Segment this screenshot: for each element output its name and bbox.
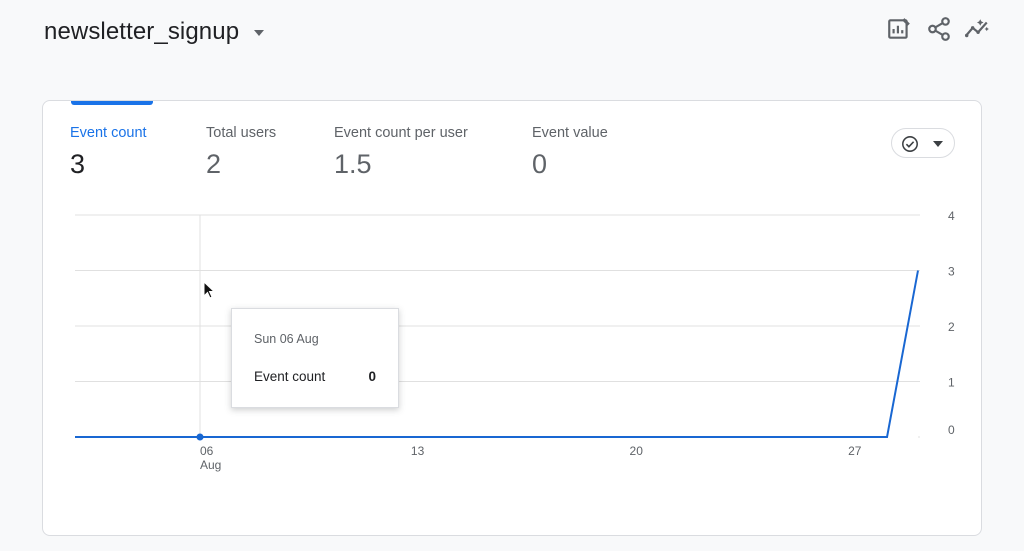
x-tick-label: 13 <box>411 444 425 458</box>
y-tick-label: 4 <box>948 209 955 223</box>
chart-tooltip: Sun 06 Aug Event count 0 <box>231 308 399 408</box>
x-tick-sublabel: Aug <box>200 458 221 472</box>
tooltip-metric-value: 0 <box>368 369 376 384</box>
event-count-line-chart: 0 1 2 3 4 06Aug 13 20 27 <box>75 209 955 472</box>
highlighted-point <box>196 433 204 441</box>
x-tick-label: 27 <box>848 444 862 458</box>
y-tick-label: 0 <box>948 423 955 437</box>
series-line <box>75 270 919 438</box>
mouse-pointer-icon <box>203 281 216 299</box>
y-tick-label: 2 <box>948 320 955 334</box>
y-tick-label: 3 <box>948 265 955 279</box>
tooltip-metric-label: Event count <box>254 369 326 384</box>
x-tick-label: 20 <box>630 444 644 458</box>
tooltip-date: Sun 06 Aug <box>254 332 319 346</box>
x-tick-label: 06 <box>200 444 214 458</box>
y-tick-label: 1 <box>948 376 955 390</box>
